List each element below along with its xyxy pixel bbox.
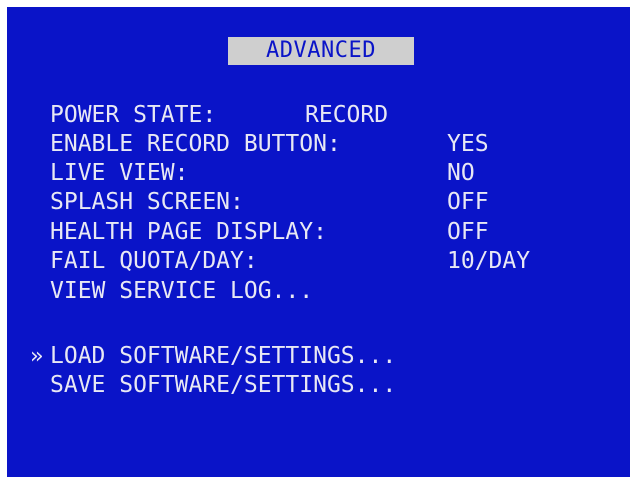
menu-item-value: YES <box>447 131 489 157</box>
menu-item-label: POWER STATE: <box>50 102 217 128</box>
menu-title: ADVANCED <box>228 37 414 65</box>
screen: ADVANCED POWER STATE: RECORD ENABLE RECO… <box>0 0 638 484</box>
selection-cursor-icon: » <box>30 344 44 369</box>
menu-item-splash-screen[interactable]: SPLASH SCREEN: OFF <box>7 189 630 217</box>
menu-item-fail-quota-day[interactable]: FAIL QUOTA/DAY: 10/DAY <box>7 248 630 276</box>
menu-item-value: NO <box>447 160 475 186</box>
menu-item-label: SPLASH SCREEN: <box>50 189 244 215</box>
menu-item-enable-record-button[interactable]: ENABLE RECORD BUTTON: YES <box>7 131 630 159</box>
osd-menu: ADVANCED POWER STATE: RECORD ENABLE RECO… <box>7 7 630 477</box>
menu-action-load-software-settings[interactable]: » LOAD SOFTWARE/SETTINGS... <box>7 343 630 371</box>
menu-item-value: OFF <box>447 219 489 245</box>
menu-item-label: LIVE VIEW: <box>50 160 189 186</box>
menu-item-view-service-log[interactable]: VIEW SERVICE LOG... <box>7 278 630 306</box>
menu-item-label: ENABLE RECORD BUTTON: <box>50 131 341 157</box>
menu-item-value: 10/DAY <box>447 248 531 274</box>
menu-item-label: HEALTH PAGE DISPLAY: <box>50 219 327 245</box>
menu-item-power-state[interactable]: POWER STATE: RECORD <box>7 102 630 130</box>
menu-item-live-view[interactable]: LIVE VIEW: NO <box>7 160 630 188</box>
menu-item-value: RECORD <box>305 102 389 128</box>
menu-item-label: FAIL QUOTA/DAY: <box>50 248 258 274</box>
menu-item-label: VIEW SERVICE LOG... <box>50 278 314 304</box>
menu-action-label: LOAD SOFTWARE/SETTINGS... <box>50 343 397 369</box>
menu-item-value: OFF <box>447 189 489 215</box>
menu-action-label: SAVE SOFTWARE/SETTINGS... <box>50 372 397 398</box>
menu-action-save-software-settings[interactable]: SAVE SOFTWARE/SETTINGS... <box>7 372 630 400</box>
menu-item-health-page-display[interactable]: HEALTH PAGE DISPLAY: OFF <box>7 219 630 247</box>
